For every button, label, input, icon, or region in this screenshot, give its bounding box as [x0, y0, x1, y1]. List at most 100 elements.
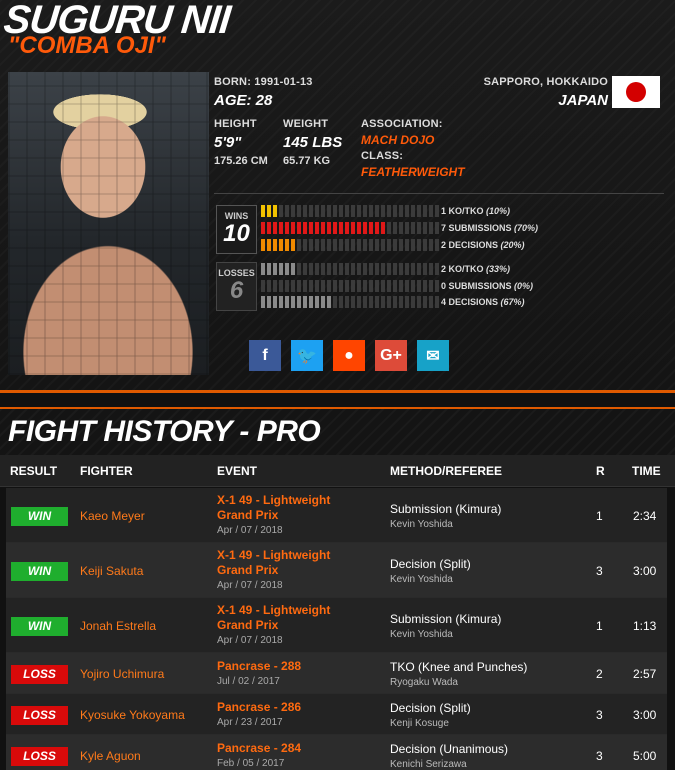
bar-segment-filled: [327, 222, 331, 234]
opponent-link[interactable]: Kyle Aguon: [80, 749, 141, 763]
bar-segment-filled: [315, 296, 319, 308]
event-date: Apr / 07 / 2018: [217, 580, 283, 591]
fight-row: LOSS Kyle Aguon Pancrase - 284 Feb / 05 / 2…: [6, 735, 667, 770]
bar-segment-empty: [339, 263, 343, 275]
bar-segment-empty: [333, 263, 337, 275]
method: Submission (Kimura): [390, 611, 502, 626]
bar-segment-empty: [393, 280, 397, 292]
event-link[interactable]: Pancrase - 284: [217, 741, 367, 756]
round: 1: [596, 508, 603, 523]
association-label: ASSOCIATION:: [361, 118, 443, 130]
bar-segment-empty: [417, 296, 421, 308]
weight-imperial: 145 LBS: [283, 134, 343, 151]
weight-class-link[interactable]: FEATHERWEIGHT: [361, 165, 465, 179]
bar-segment-empty: [423, 222, 427, 234]
referee: Ryogaku Wada: [390, 676, 458, 688]
bar-segment-empty: [339, 205, 343, 217]
loss-dec-label: 4 DECISIONS (67%): [441, 297, 525, 307]
event-cell: X-1 49 - Lightweight Grand Prix Apr / 07 …: [217, 548, 367, 591]
event-cell: X-1 49 - Lightweight Grand Prix Apr / 07 …: [217, 493, 367, 536]
google-plus-icon: G+: [380, 346, 402, 364]
bar-segment-empty: [327, 280, 331, 292]
bar-segment-empty: [369, 263, 373, 275]
opponent-link[interactable]: Keiji Sakuta: [80, 564, 143, 578]
method-cell: TKO (Knee and Punches) Ryogaku Wada: [390, 660, 570, 688]
fighter-nickname: "COMBA OJI": [8, 32, 166, 59]
bar-segment-filled: [279, 263, 283, 275]
bar-segment-empty: [417, 222, 421, 234]
bar-segment-empty: [333, 280, 337, 292]
bar-segment-empty: [387, 296, 391, 308]
bar-segment-empty: [309, 263, 313, 275]
weight-metric: 65.77 KG: [283, 155, 331, 167]
bar-segment-empty: [309, 205, 313, 217]
bar-segment-filled: [333, 222, 337, 234]
bar-segment-filled: [345, 222, 349, 234]
bar-segment-filled: [369, 222, 373, 234]
event-cell: Pancrase - 284 Feb / 05 / 2017: [217, 741, 367, 769]
bar-segment-empty: [435, 280, 439, 292]
opponent-link[interactable]: Jonah Estrella: [80, 619, 156, 633]
email-share-button[interactable]: ✉: [417, 340, 449, 371]
bar-segment-empty: [417, 205, 421, 217]
google-plus-share-button[interactable]: G+: [375, 340, 407, 371]
wins-box: WINS 10: [216, 205, 257, 254]
fight-time: 1:13: [633, 618, 657, 633]
bar-segment-empty: [429, 239, 433, 251]
bar-segment-filled: [285, 296, 289, 308]
event-link[interactable]: X-1 49 - Lightweight Grand Prix: [217, 493, 367, 523]
bar-segment-empty: [357, 239, 361, 251]
event-link[interactable]: Pancrase - 286: [217, 700, 367, 715]
bar-segment-empty: [279, 205, 283, 217]
event-cell: X-1 49 - Lightweight Grand Prix Apr / 07 …: [217, 603, 367, 646]
event-link[interactable]: X-1 49 - Lightweight Grand Prix: [217, 548, 367, 578]
country: JAPAN: [558, 92, 608, 109]
opponent-link[interactable]: Yojiro Uchimura: [80, 667, 164, 681]
fight-row: WIN Keiji Sakuta X-1 49 - Lightweight Gran…: [6, 543, 667, 598]
reddit-share-button[interactable]: ●: [333, 340, 365, 371]
result-badge: WIN: [11, 506, 68, 526]
bar-segment-empty: [375, 205, 379, 217]
referee: Kevin Yoshida: [390, 628, 453, 640]
bar-segment-filled: [351, 222, 355, 234]
bar-segment-empty: [315, 280, 319, 292]
social-share-bar: f 🐦 ● G+ ✉: [249, 340, 449, 371]
class-label: CLASS:: [361, 150, 404, 162]
bar-segment-empty: [393, 222, 397, 234]
bar-segment-empty: [315, 263, 319, 275]
bar-segment-empty: [387, 280, 391, 292]
round: 2: [596, 666, 603, 681]
loss-ko-label: 2 KO/TKO (33%): [441, 264, 511, 274]
event-link[interactable]: X-1 49 - Lightweight Grand Prix: [217, 603, 367, 633]
bar-segment-empty: [429, 205, 433, 217]
bar-segment-empty: [435, 205, 439, 217]
col-method: METHOD/REFEREE: [390, 464, 503, 478]
opponent-link[interactable]: Kyosuke Yokoyama: [80, 708, 185, 722]
event-link[interactable]: Pancrase - 288: [217, 659, 367, 674]
opponent-link[interactable]: Kaeo Meyer: [80, 509, 145, 523]
bar-segment-empty: [411, 296, 415, 308]
bar-segment-empty: [375, 263, 379, 275]
bar-segment-empty: [273, 280, 277, 292]
bar-segment-filled: [273, 222, 277, 234]
bar-segment-filled: [309, 222, 313, 234]
bar-segment-empty: [357, 205, 361, 217]
bar-segment-empty: [303, 263, 307, 275]
bar-segment-empty: [369, 239, 373, 251]
bar-segment-filled: [273, 205, 277, 217]
round: 3: [596, 707, 603, 722]
bar-segment-empty: [315, 239, 319, 251]
bar-segment-filled: [285, 263, 289, 275]
bar-segment-empty: [363, 263, 367, 275]
association-link[interactable]: MACH DOJO: [361, 133, 434, 147]
bar-segment-empty: [429, 296, 433, 308]
bar-segment-empty: [291, 280, 295, 292]
twitter-share-button[interactable]: 🐦: [291, 340, 323, 371]
bar-segment-filled: [315, 222, 319, 234]
bar-segment-empty: [387, 239, 391, 251]
bar-segment-empty: [411, 205, 415, 217]
bar-segment-empty: [435, 239, 439, 251]
facebook-share-button[interactable]: f: [249, 340, 281, 371]
method-cell: Decision (Split) Kevin Yoshida: [390, 557, 570, 585]
bar-segment-empty: [333, 239, 337, 251]
